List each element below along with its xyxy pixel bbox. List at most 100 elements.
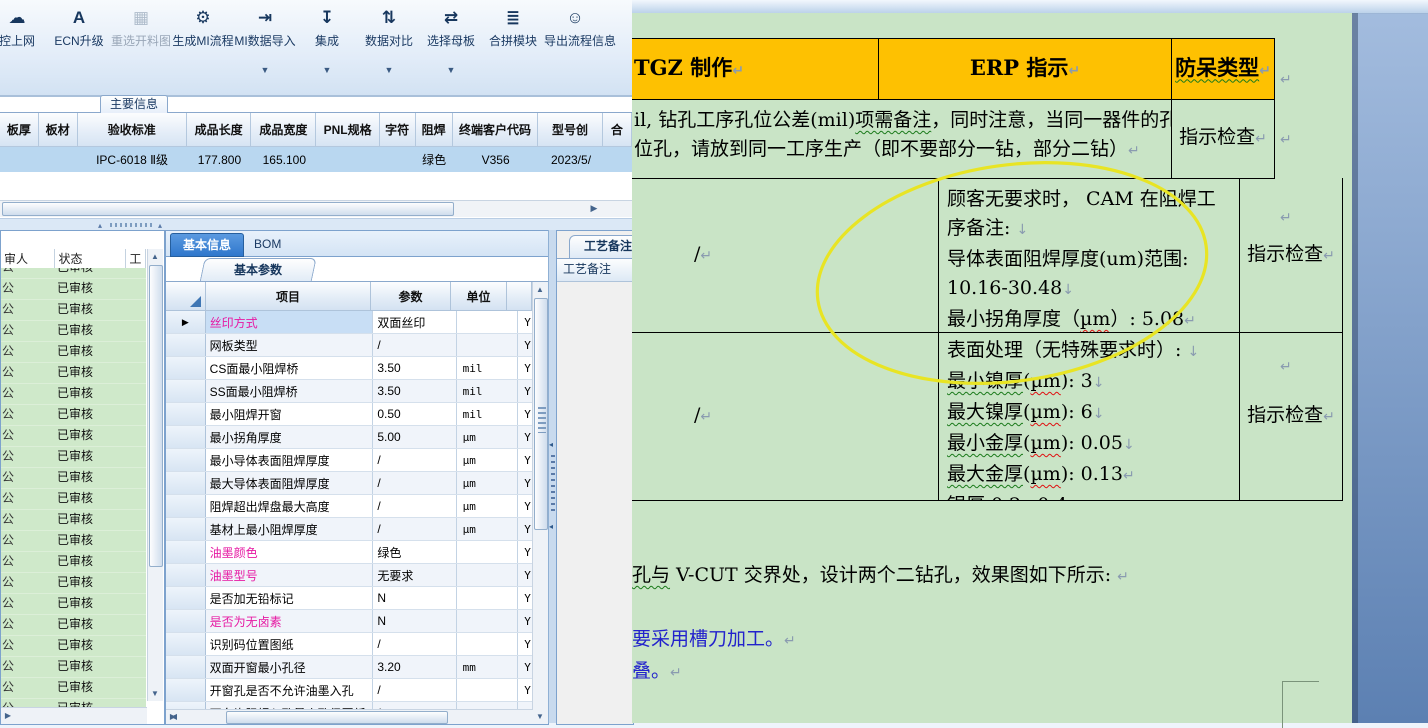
status-row[interactable]: 公 已审核 bbox=[1, 384, 146, 405]
status-col-1[interactable]: 审人 bbox=[1, 249, 56, 268]
parameter-row[interactable]: 油墨颜色 绿色 Y bbox=[166, 541, 548, 564]
chevron-down-icon[interactable]: ▼ bbox=[296, 65, 358, 75]
parameter-row[interactable]: 基材上最小阻焊厚度 / µm Y bbox=[166, 518, 548, 541]
row-selector[interactable] bbox=[166, 472, 206, 494]
scroll-down-icon[interactable]: ▼ bbox=[534, 710, 546, 723]
scroll-up-icon[interactable]: ▲ bbox=[149, 250, 161, 263]
status-row[interactable]: 公 已审核 bbox=[1, 447, 146, 468]
status-col-2[interactable]: 状态 bbox=[55, 249, 127, 268]
row-selector[interactable] bbox=[166, 426, 206, 448]
parameter-row[interactable]: SS面最小阻焊桥 3.50 mil Y bbox=[166, 380, 548, 403]
status-row[interactable]: 公 已审核 bbox=[1, 468, 146, 489]
parameter-row[interactable]: 最小拐角厚度 5.00 µm Y bbox=[166, 426, 548, 449]
chevron-down-icon[interactable]: ▼ bbox=[420, 65, 482, 75]
status-row[interactable]: 公 已审核 bbox=[1, 321, 146, 342]
job-col-7[interactable]: 字符 bbox=[379, 113, 416, 147]
parameter-row[interactable]: CS面最小阻焊桥 3.50 mil Y bbox=[166, 357, 548, 380]
status-row[interactable]: 公 已审核 bbox=[1, 552, 146, 573]
chevron-down-icon[interactable]: ▼ bbox=[234, 65, 296, 75]
job-col-3[interactable]: 验收标准 bbox=[77, 113, 188, 147]
status-row[interactable]: 公 已审核 bbox=[1, 594, 146, 615]
status-scroll-thumb[interactable] bbox=[149, 265, 163, 567]
job-table-hscroll-right-arrow[interactable]: ▶ bbox=[586, 201, 602, 215]
job-col-8[interactable]: 阻焊 bbox=[415, 113, 453, 147]
parameter-row[interactable]: 最小导体表面阻焊厚度 / µm Y bbox=[166, 449, 548, 472]
job-col-1[interactable]: 板厚 bbox=[0, 113, 39, 147]
row-selector[interactable] bbox=[166, 633, 206, 655]
param-cell[interactable]: 3.20 bbox=[373, 656, 457, 678]
tab-basic-info[interactable]: 基本信息 bbox=[170, 233, 245, 257]
tab-process-notes[interactable]: 工艺备注 bbox=[569, 235, 633, 259]
status-row[interactable]: 公 已审核 bbox=[1, 405, 146, 426]
status-row[interactable]: 公 已审核 bbox=[1, 342, 146, 363]
status-row[interactable]: 公 已审核 bbox=[1, 510, 146, 531]
param-cell[interactable]: 0.50 bbox=[373, 403, 457, 425]
scroll-down-icon[interactable]: ▼ bbox=[149, 687, 161, 700]
chevron-down-icon[interactable]: ▼ bbox=[358, 65, 420, 75]
param-cell[interactable]: N bbox=[373, 587, 457, 609]
job-col-9[interactable]: 终端客户代码 bbox=[452, 113, 539, 147]
splitter-arrow-icon[interactable]: ▴ bbox=[158, 221, 162, 230]
status-col-3[interactable]: 工 bbox=[126, 249, 146, 268]
status-row[interactable]: 公 已审核 bbox=[1, 363, 146, 384]
param-cell[interactable]: / bbox=[373, 495, 457, 517]
toolbar-button-6[interactable]: ↧ 集成 ▼ bbox=[296, 0, 358, 96]
parameter-row[interactable]: 是否为无卤素 N Y bbox=[166, 610, 548, 633]
parameter-row[interactable]: 双面开窗最小孔径 3.20 mm Y bbox=[166, 656, 548, 679]
parameter-row[interactable]: 开窗孔是否不允许油墨入孔 / Y bbox=[166, 679, 548, 702]
parameter-row[interactable]: 识别码位置图纸 / Y bbox=[166, 633, 548, 656]
status-row[interactable]: 公 已审核 bbox=[1, 426, 146, 447]
job-col-10[interactable]: 型号创 bbox=[538, 113, 603, 147]
grid-vscrollbar[interactable]: ▲ ▼ bbox=[532, 282, 548, 724]
parameter-row[interactable]: 网板类型 / Y bbox=[166, 334, 548, 357]
status-row[interactable]: 公 已审核 bbox=[1, 636, 146, 657]
param-cell[interactable]: 3.50 bbox=[373, 357, 457, 379]
param-cell[interactable]: / bbox=[373, 449, 457, 471]
param-cell[interactable]: / bbox=[373, 472, 457, 494]
column-header-unit[interactable]: 单位 bbox=[451, 282, 507, 311]
status-row[interactable]: 公 已审核 bbox=[1, 657, 146, 678]
toolbar-button-5[interactable]: ⇥ MI数据导入 ▼ bbox=[234, 0, 296, 96]
tab-bom[interactable]: BOM bbox=[242, 233, 293, 255]
status-row[interactable]: 公 已审核 bbox=[1, 531, 146, 552]
toolbar-button-7[interactable]: ⇅ 数据对比 ▼ bbox=[358, 0, 420, 96]
column-header-item[interactable]: 项目 bbox=[206, 282, 371, 311]
scroll-up-icon[interactable]: ▲ bbox=[534, 283, 546, 296]
toolbar-button-8[interactable]: ⇄ 选择母板 ▼ bbox=[420, 0, 482, 96]
status-row[interactable]: 公 已审核 bbox=[1, 489, 146, 510]
process-notes-column-header[interactable]: 工艺备注 bbox=[557, 258, 633, 282]
job-col-2[interactable]: 板材 bbox=[38, 113, 78, 147]
row-selector[interactable] bbox=[166, 495, 206, 517]
param-cell[interactable]: 双面丝印 bbox=[373, 311, 457, 333]
status-list-hscrollbar[interactable]: ▶ bbox=[1, 707, 147, 724]
row-selector[interactable] bbox=[166, 679, 206, 701]
param-cell[interactable]: / bbox=[373, 334, 457, 356]
row-selector[interactable] bbox=[166, 334, 206, 356]
row-selector[interactable] bbox=[166, 380, 206, 402]
param-cell[interactable]: / bbox=[373, 633, 457, 655]
param-cell[interactable]: / bbox=[373, 679, 457, 701]
row-selector[interactable] bbox=[166, 518, 206, 540]
parameter-row[interactable]: ▶ 丝印方式 双面丝印 Y bbox=[166, 311, 548, 334]
row-selector[interactable] bbox=[166, 564, 206, 586]
job-table-selected-row[interactable]: IPC-6018 Ⅱ级 177.800 165.100 绿色 V356 2023/5/ bbox=[0, 147, 632, 172]
select-all-icon[interactable] bbox=[190, 296, 201, 307]
row-selector[interactable] bbox=[166, 610, 206, 632]
status-row[interactable]: 公 已审核 bbox=[1, 678, 146, 699]
status-row[interactable]: 公 已审核 bbox=[1, 615, 146, 636]
grid-hscroll-thumb[interactable] bbox=[226, 711, 448, 724]
status-row[interactable]: 公 已审核 bbox=[1, 279, 146, 300]
column-header-partial[interactable] bbox=[507, 282, 532, 311]
status-list-vscrollbar[interactable]: ▲ ▼ bbox=[147, 249, 163, 701]
row-selector[interactable] bbox=[166, 587, 206, 609]
toolbar-button-2[interactable]: A ECN升级 bbox=[48, 0, 110, 96]
row-selector[interactable] bbox=[166, 541, 206, 563]
param-cell[interactable]: 绿色 bbox=[373, 541, 457, 563]
job-col-6[interactable]: PNL规格 bbox=[316, 113, 380, 147]
toolbar-button-9[interactable]: ≣ 合拼模块 bbox=[482, 0, 544, 96]
row-selector-header[interactable] bbox=[166, 282, 206, 311]
toolbar-button-1[interactable]: ☁ 控上网 bbox=[0, 0, 48, 96]
grid-hscrollbar[interactable]: ◀ ▶ bbox=[166, 709, 533, 724]
tab-basic-parameters[interactable]: 基本参数 bbox=[199, 258, 317, 283]
status-row[interactable]: 公 已审核 bbox=[1, 300, 146, 321]
